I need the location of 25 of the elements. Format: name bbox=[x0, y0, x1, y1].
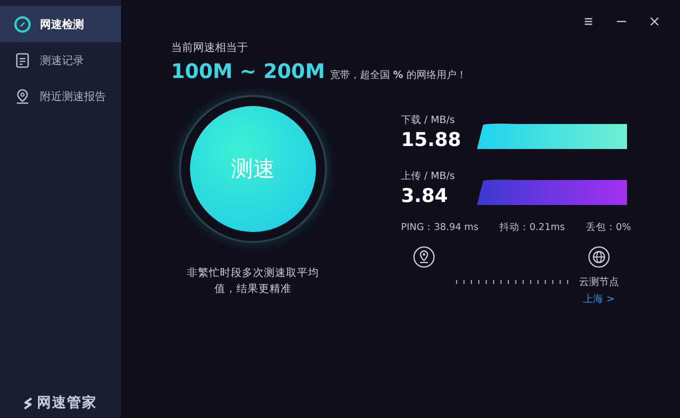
document-icon bbox=[14, 52, 31, 68]
download-label: 下载 / MB/s bbox=[401, 114, 456, 127]
logo-text: 网速管家 bbox=[37, 394, 97, 412]
location-pin-icon bbox=[413, 246, 435, 268]
menu-icon[interactable] bbox=[583, 16, 594, 27]
sidebar-item[interactable]: 网速检测 bbox=[0, 6, 121, 42]
bandwidth-range: 100M ~ 200M bbox=[171, 59, 325, 83]
upload-label: 上传 / MB/s bbox=[401, 170, 456, 183]
download-value: 15.88 bbox=[401, 129, 462, 151]
upload-value: 3.84 bbox=[401, 185, 449, 207]
gauge-icon bbox=[14, 16, 31, 32]
close-icon[interactable] bbox=[649, 16, 660, 27]
location-pin-icon bbox=[14, 88, 31, 104]
network-stat: PING：38.94 ms bbox=[401, 221, 478, 234]
node-label: 云测节点 bbox=[579, 276, 619, 289]
network-stat: 丢包：0% bbox=[586, 221, 631, 234]
ranking-text: 宽带，超全国 % 的网络用户！ bbox=[330, 68, 466, 82]
network-stat: 抖动：0.21ms bbox=[499, 221, 565, 234]
speed-subtitle: 当前网速相当于 bbox=[171, 40, 249, 55]
logo-icon bbox=[22, 396, 34, 410]
globe-icon bbox=[588, 246, 610, 268]
sidebar-item[interactable]: 附近测速报告 bbox=[0, 78, 121, 114]
sidebar-item[interactable]: 测速记录 bbox=[0, 42, 121, 78]
node-location-link[interactable]: 上海 > bbox=[583, 292, 615, 306]
hint-text: 非繁忙时段多次测速取平均值，结果更精准 bbox=[186, 266, 320, 297]
